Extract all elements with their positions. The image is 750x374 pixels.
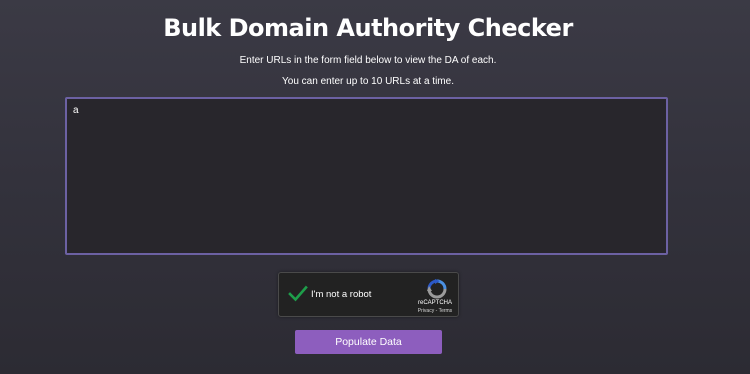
recaptcha-widget: I'm not a robot reCAPTCHA Privacy - Term… [278,272,459,317]
description-line-2: You can enter up to 10 URLs at a time. [282,76,454,87]
recaptcha-brand: reCAPTCHA [417,300,452,306]
description-line-1: Enter URLs in the form field below to vi… [239,55,497,66]
page-title: Bulk Domain Authority Checker [163,14,573,42]
recaptcha-logo-icon [427,279,447,299]
recaptcha-label: I'm not a robot [311,289,372,300]
recaptcha-terms-link[interactable]: Terms [439,308,453,314]
populate-data-button[interactable]: Populate Data [295,330,442,354]
checkmark-icon[interactable] [288,285,308,303]
recaptcha-privacy-link[interactable]: Privacy [418,308,434,314]
recaptcha-links: Privacy - Terms [405,308,465,314]
url-textarea[interactable]: a [65,97,668,255]
